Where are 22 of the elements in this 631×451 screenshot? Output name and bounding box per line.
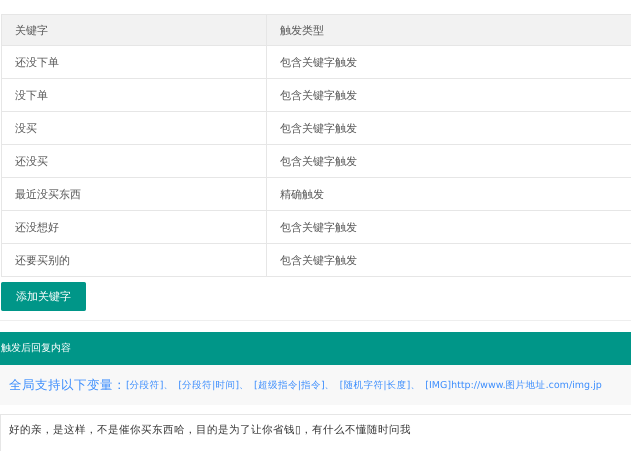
variable-item: [分段符] xyxy=(126,378,164,392)
table-cell: 还没想好 xyxy=(2,210,266,244)
table-cell: 还没下单 xyxy=(2,46,266,78)
separator: 、 xyxy=(324,378,335,392)
column-header: 触发类型 xyxy=(266,14,631,46)
table-cell: 还没买 xyxy=(2,144,266,178)
variable-item: [分段符|时间] xyxy=(178,378,240,392)
add-keyword-button[interactable]: 添加关键字 xyxy=(1,282,86,311)
separator: 、 xyxy=(410,378,420,392)
variable-item: [随机字符|长度] xyxy=(340,378,410,392)
table-cell: 最近没买东西 xyxy=(2,178,266,210)
separator: 、 xyxy=(163,378,174,392)
table-cell: 没下单 xyxy=(2,78,266,112)
table-cell: 没买 xyxy=(2,112,266,144)
variables-label: 全局支持以下变量： xyxy=(9,376,126,394)
separator: 、 xyxy=(239,378,250,392)
reply-textarea[interactable]: 好的亲，是这样，不是催你买东西哈，目的是为了让你省钱▯，有什么不懂随时问我 xyxy=(0,414,631,451)
variable-item: [超级指令|指令] xyxy=(254,378,325,392)
variable-item: [IMG]http://www.图片地址.com/img.jp xyxy=(425,378,602,392)
section-header: 触发后回复内容 xyxy=(0,332,631,365)
table-cell: 还要买别的 xyxy=(2,244,266,276)
column-header: 关键字 xyxy=(2,14,266,46)
